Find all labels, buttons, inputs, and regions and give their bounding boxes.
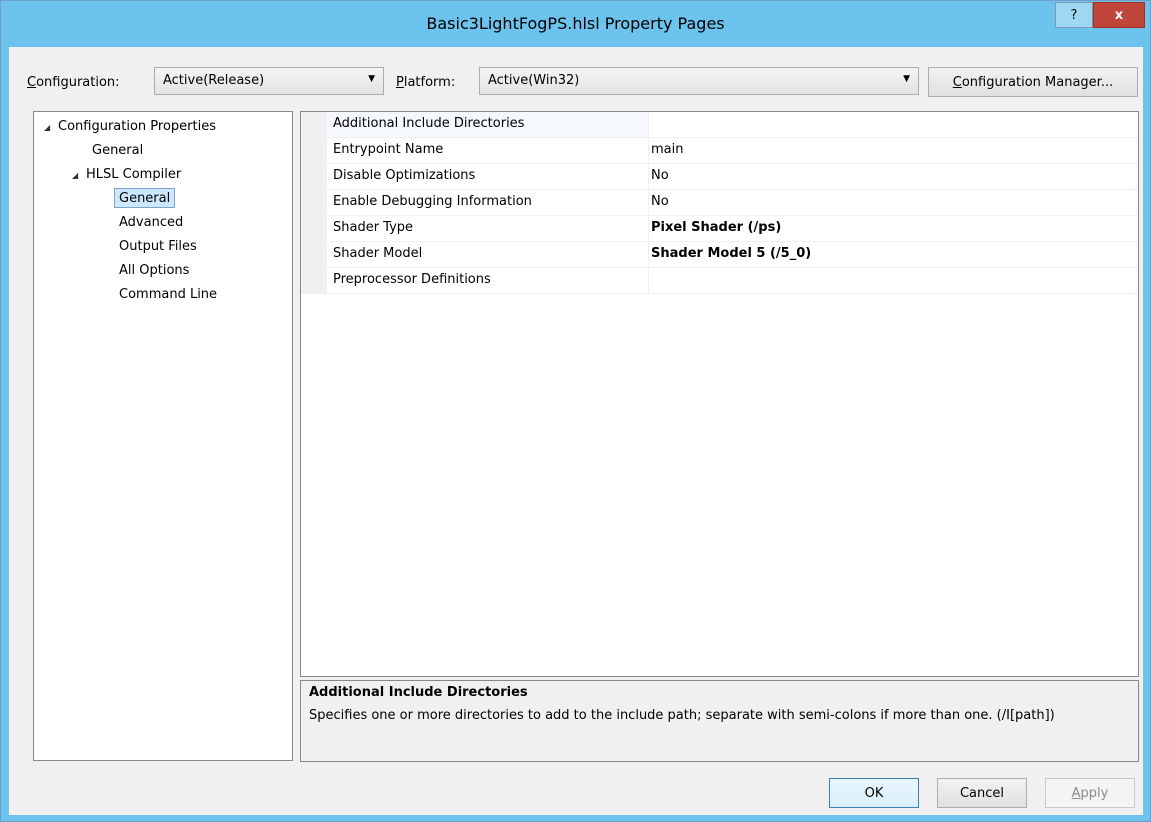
tree-item-all-options[interactable]: All Options bbox=[119, 260, 189, 282]
platform-value: Active(Win32) bbox=[488, 73, 580, 88]
configuration-manager-button[interactable]: Configuration Manager... bbox=[928, 67, 1138, 97]
description-text: Specifies one or more directories to add… bbox=[309, 708, 1055, 723]
tree-item-configuration-properties[interactable]: ◢ Configuration Properties bbox=[44, 116, 216, 138]
chevron-down-icon: ▼ bbox=[368, 74, 375, 84]
chevron-down-icon: ▼ bbox=[903, 74, 910, 84]
description-panel: Additional Include Directories Specifies… bbox=[300, 680, 1139, 762]
property-row-shader-model[interactable]: Shader Model Shader Model 5 (/5_0) bbox=[301, 242, 1138, 268]
property-row-enable-debugging-information[interactable]: Enable Debugging Information No bbox=[301, 190, 1138, 216]
title-bar[interactable]: Basic3LightFogPS.hlsl Property Pages ? x bbox=[1, 1, 1150, 47]
property-row-preprocessor-definitions[interactable]: Preprocessor Definitions bbox=[301, 268, 1138, 294]
ok-button[interactable]: OK bbox=[829, 778, 919, 808]
tree-item-command-line[interactable]: Command Line bbox=[119, 284, 217, 306]
description-title: Additional Include Directories bbox=[309, 685, 528, 700]
category-tree[interactable]: ◢ Configuration Properties General ◢ HLSL … bbox=[33, 111, 293, 761]
property-row-shader-type[interactable]: Shader Type Pixel Shader (/ps) bbox=[301, 216, 1138, 242]
property-row-additional-include-directories[interactable]: Additional Include Directories bbox=[301, 112, 1138, 138]
close-button[interactable]: x bbox=[1093, 2, 1145, 28]
tree-item-general[interactable]: General bbox=[92, 140, 143, 162]
property-grid[interactable]: Additional Include Directories Entrypoin… bbox=[300, 111, 1139, 677]
configuration-dropdown[interactable]: Active(Release) ▼ bbox=[154, 67, 384, 95]
tree-item-advanced[interactable]: Advanced bbox=[119, 212, 183, 234]
property-row-disable-optimizations[interactable]: Disable Optimizations No bbox=[301, 164, 1138, 190]
window-title: Basic3LightFogPS.hlsl Property Pages bbox=[426, 14, 725, 33]
property-pages-window: Basic3LightFogPS.hlsl Property Pages ? x… bbox=[0, 0, 1151, 822]
dialog-client-area: Configuration: Active(Release) ▼ Platfor… bbox=[9, 47, 1143, 815]
apply-button[interactable]: Apply bbox=[1045, 778, 1135, 808]
tree-item-hlsl-compiler[interactable]: ◢ HLSL Compiler bbox=[72, 164, 181, 186]
platform-label: Platform: bbox=[396, 75, 456, 90]
expanded-triangle-icon[interactable]: ◢ bbox=[72, 165, 86, 187]
tree-item-output-files[interactable]: Output Files bbox=[119, 236, 197, 258]
configuration-label: Configuration: bbox=[27, 75, 120, 90]
expanded-triangle-icon[interactable]: ◢ bbox=[44, 117, 58, 139]
configuration-value: Active(Release) bbox=[163, 73, 265, 88]
tree-item-hlsl-general-selected[interactable]: General bbox=[114, 188, 176, 208]
help-icon: ? bbox=[1070, 7, 1078, 23]
close-icon: x bbox=[1114, 7, 1124, 23]
help-button[interactable]: ? bbox=[1055, 2, 1093, 28]
property-row-entrypoint-name[interactable]: Entrypoint Name main bbox=[301, 138, 1138, 164]
platform-dropdown[interactable]: Active(Win32) ▼ bbox=[479, 67, 919, 95]
cancel-button[interactable]: Cancel bbox=[937, 778, 1027, 808]
